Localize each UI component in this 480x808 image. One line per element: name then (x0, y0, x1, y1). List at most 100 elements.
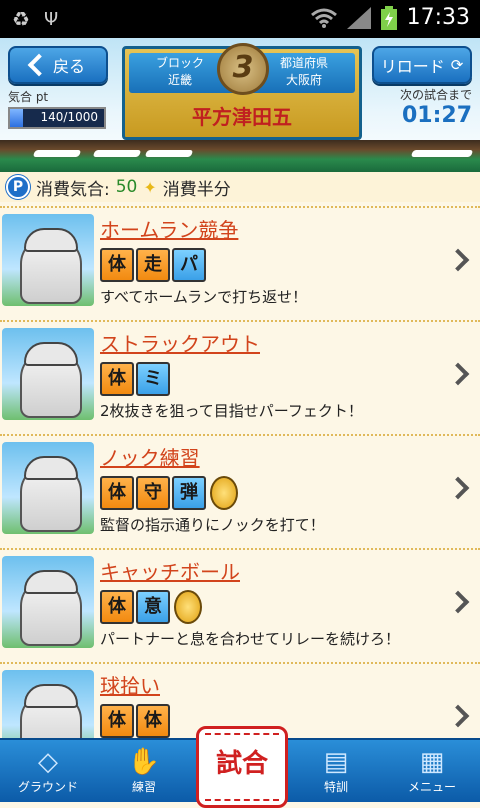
stat-tags: 体意 (100, 590, 202, 624)
practice-description: パートナーと息を合わせてリレーを続けろ！ (100, 630, 401, 648)
practice-title[interactable]: キャッチボール (100, 556, 240, 585)
rank-emblem: 3 (217, 43, 269, 95)
practice-thumbnail (2, 328, 94, 420)
practice-title[interactable]: ノック練習 (100, 442, 200, 471)
chevron-right-icon (446, 590, 470, 614)
nav-training[interactable]: ▤ 特訓 (288, 740, 384, 802)
nav-menu[interactable]: ▦ メニュー (384, 740, 480, 802)
practice-thumbnail (2, 670, 94, 738)
reload-button-label: リロード (380, 57, 445, 76)
nav-training-label: 特訓 (323, 780, 348, 794)
nav-practice-label: 練習 (131, 780, 156, 794)
stat-tag: 守 (136, 476, 170, 510)
team-plate: ブロック 近畿 都道府県 大阪府 3 平方津田五 (122, 43, 362, 140)
practice-description: 2枚抜きを狙って目指せパーフェクト！ (100, 402, 363, 420)
battery-charging-icon (380, 5, 397, 30)
reload-button[interactable]: リロード ⟳ (372, 46, 472, 84)
back-button[interactable]: 戻る (8, 46, 108, 84)
bottom-nav: ◇ グラウンド ✋ 練習 試合 ▤ 特訓 ▦ メニュー (0, 726, 480, 808)
stat-tags: 体走パ (100, 248, 206, 282)
clock: 17:33 (406, 5, 470, 30)
chevron-left-icon (27, 53, 51, 77)
team-name: 平方津田五 (192, 105, 292, 129)
stamina-value: 140/1000 (40, 110, 99, 124)
pitching-machine-icon: ▤ (323, 747, 349, 777)
stat-tag: 体 (136, 704, 170, 738)
base-marker (92, 150, 142, 157)
list-item[interactable]: キャッチボール体意パートナーと息を合わせてリレーを続けろ！ (0, 548, 480, 662)
prefecture-cell: 都道府県 大阪府 (259, 55, 349, 89)
back-button-label: 戻る (52, 57, 85, 76)
stamina-bar-fill (10, 109, 24, 127)
cost-value: 50 (115, 177, 138, 197)
nav-battle[interactable]: 試合 (196, 726, 288, 808)
list-item[interactable]: ノック練習体守弾監督の指示通りにノックを打て！ (0, 434, 480, 548)
base-marker (410, 150, 474, 157)
practice-thumbnail (2, 214, 94, 306)
wifi-icon (310, 8, 337, 28)
stat-tags: 体体 (100, 704, 170, 738)
next-game-label: 次の試合まで (399, 88, 472, 102)
usb-icon: Ψ (43, 8, 59, 30)
list-item[interactable]: ホームラン競争体走パすべてホームランで打ち返せ！ (0, 206, 480, 320)
practice-title[interactable]: 球拾い (100, 670, 160, 699)
nav-ground-label: グラウンド (17, 780, 78, 794)
nav-battle-label: 試合 (215, 749, 268, 779)
recycle-icon: ♻ (12, 7, 30, 31)
block-label: ブロック (155, 56, 204, 70)
stat-tags: 体ミ (100, 362, 170, 396)
practice-title[interactable]: ストラックアウト (100, 328, 260, 357)
chevron-right-icon (446, 704, 470, 728)
chevron-right-icon (446, 362, 470, 386)
reload-icon: ⟳ (450, 56, 464, 74)
ball-stitch-icon (205, 733, 279, 741)
prefecture-label: 都道府県 (279, 56, 328, 70)
stamina-label: 気合 pt (8, 90, 49, 104)
base-marker (144, 150, 194, 157)
practice-title[interactable]: ホームラン競争 (100, 214, 238, 243)
practice-thumbnail (2, 556, 94, 648)
prefecture-value: 大阪府 (285, 73, 322, 87)
chevron-right-icon (446, 476, 470, 500)
glove-icon: ✋ (127, 747, 161, 777)
practice-thumbnail (2, 442, 94, 534)
stat-tag: パ (172, 248, 206, 282)
stat-tag: 体 (100, 362, 134, 396)
stat-tag: 体 (100, 248, 134, 282)
point-icon: P (6, 175, 30, 199)
nav-menu-label: メニュー (407, 780, 456, 794)
grid-menu-icon: ▦ (419, 747, 445, 777)
block-cell: ブロック 近畿 (135, 55, 225, 89)
nav-ground[interactable]: ◇ グラウンド (0, 740, 96, 802)
header: 戻る リロード ⟳ 気合 pt 140/1000 ブロック 近畿 都道府県 大阪… (0, 38, 480, 172)
stat-tag: 弾 (172, 476, 206, 510)
stamina-meter: 気合 pt 140/1000 (8, 88, 106, 129)
practice-list: ホームラン競争体走パすべてホームランで打ち返せ！ ストラックアウト体ミ 2枚抜きを狙… (0, 206, 480, 738)
next-game-timer: 次の試合まで 01:27 (400, 86, 472, 128)
stamina-bar: 140/1000 (8, 107, 106, 129)
chevron-right-icon (446, 248, 470, 272)
practice-description: すべてホームランで打ち返せ！ (100, 288, 308, 306)
block-value: 近畿 (167, 73, 192, 87)
cost-label: 消費気合: (36, 179, 110, 200)
list-item[interactable]: ストラックアウト体ミ 2枚抜きを狙って目指せパーフェクト！ (0, 320, 480, 434)
cost-bar: P 消費気合: 50 ✦ 消費半分 (0, 172, 480, 202)
signal-icon (346, 6, 371, 29)
diamond-field-icon: ◇ (38, 747, 58, 777)
status-bar: ♻ Ψ 17:33 (0, 0, 480, 38)
practice-description: 監督の指示通りにノックを打て！ (100, 516, 325, 534)
coin-icon (210, 476, 238, 510)
coin-icon (174, 590, 202, 624)
nav-practice[interactable]: ✋ 練習 (96, 740, 192, 802)
sparkle-icon: ✦ (143, 177, 157, 197)
next-game-time: 01:27 (401, 103, 472, 128)
stat-tags: 体守弾 (100, 476, 238, 510)
base-marker (32, 150, 82, 157)
stat-tag: 意 (136, 590, 170, 624)
stat-tag: 体 (100, 704, 134, 738)
stat-tag: 体 (100, 476, 134, 510)
stat-tag: 走 (136, 248, 170, 282)
stat-tag: 体 (100, 590, 134, 624)
cost-half-label: 消費半分 (162, 179, 231, 200)
stat-tag: ミ (136, 362, 170, 396)
